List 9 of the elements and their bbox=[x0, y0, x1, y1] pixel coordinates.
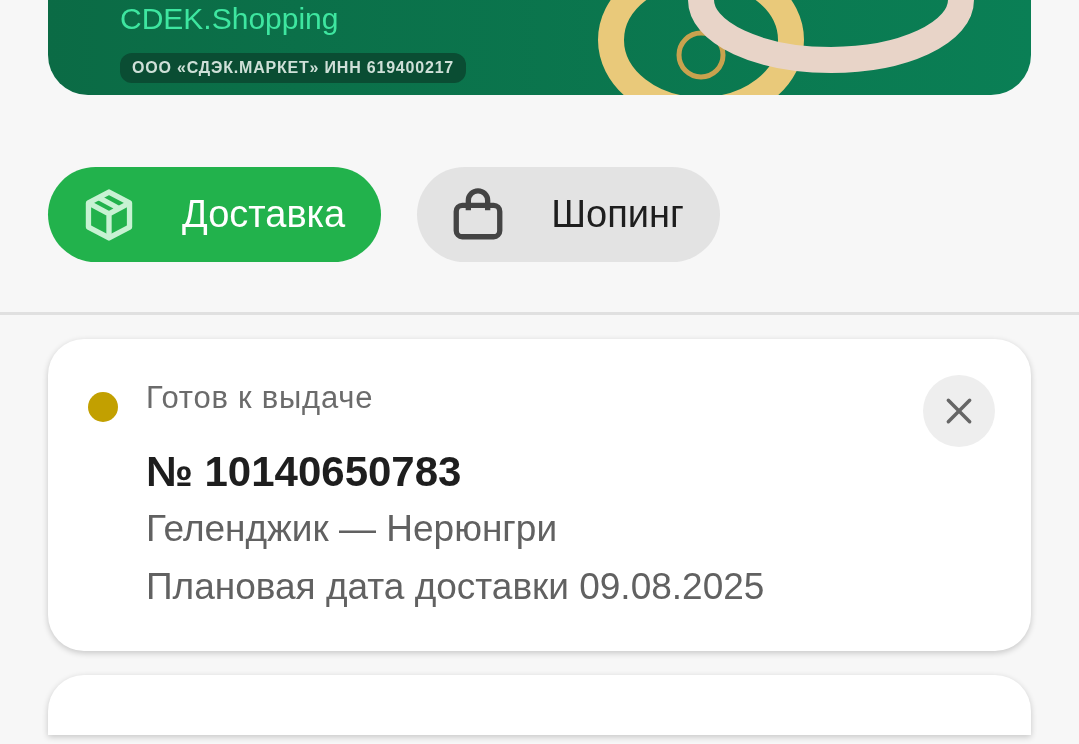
delivery-date: Плановая дата доставки 09.08.2025 bbox=[146, 565, 766, 610]
legal-note: ООО «СДЭК.МАРКЕТ» ИНН 619400217 bbox=[120, 53, 467, 83]
banner-title: CDEK.Shopping bbox=[120, 1, 340, 34]
order-route: Геленджик — Нерюнгри bbox=[146, 507, 559, 551]
promo-banner[interactable]: CDEK.Shopping ООО «СДЭК.МАРКЕТ» ИНН 619400217 bbox=[48, 0, 1031, 95]
category-tab[interactable]: Шопинг bbox=[417, 167, 720, 262]
order-number: № 10140650783 bbox=[146, 446, 463, 497]
order-card[interactable]: Готов к выдаче № 10140650783 Геленджик — Нерюнгри Плановая дата доставки 09.08.2025 bbox=[48, 339, 1031, 651]
order-status: Готов к выдаче bbox=[146, 379, 375, 417]
